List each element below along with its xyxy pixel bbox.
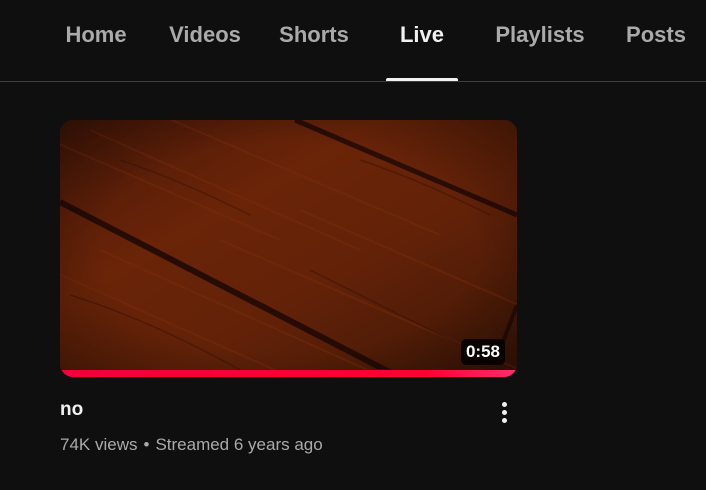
tab-playlists-label: Playlists [495,21,585,47]
thumbnail-image [60,120,517,377]
tab-home-label: Home [65,21,127,47]
video-stats: 74K views • Streamed 6 years ago [60,435,323,455]
more-actions-icon[interactable] [492,397,516,427]
channel-tabs: Home Videos Shorts Live Playlists Posts [0,0,706,82]
video-thumbnail[interactable]: 0:58 [60,120,517,377]
stream-date: Streamed 6 years ago [155,435,323,454]
watch-progress-bar [60,370,517,377]
tab-live-label: Live [399,21,445,47]
separator-dot: • [143,435,150,454]
tab-playlists[interactable]: Playlists [486,0,594,81]
channel-page: Home Videos Shorts Live Playlists Posts [0,0,706,490]
tab-shorts[interactable]: Shorts [270,0,358,81]
tab-live[interactable]: Live [386,0,458,81]
tab-shorts-label: Shorts [279,21,349,47]
tab-videos-label: Videos [169,21,241,47]
video-details: no 74K views • Streamed 6 years ago [60,399,518,469]
tab-posts[interactable]: Posts [618,0,694,81]
video-title[interactable]: no [60,399,83,421]
dot [501,417,507,423]
tab-videos[interactable]: Videos [160,0,250,81]
tab-posts-label: Posts [626,21,686,47]
video-card: 0:58 no 74K views • Streamed 6 years ago [60,120,518,469]
view-count: 74K views [60,435,138,454]
dot [501,409,507,415]
tab-home[interactable]: Home [55,0,137,81]
dot [501,401,507,407]
video-duration-badge: 0:58 [460,339,505,365]
